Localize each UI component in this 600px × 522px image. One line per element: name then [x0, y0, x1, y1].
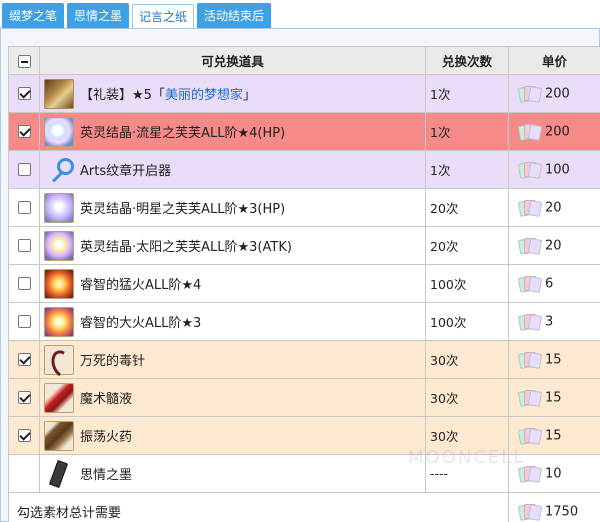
item-name: 英灵结晶·明星之芙芙ALL阶★3(HP)	[80, 202, 286, 217]
tab-record-paper[interactable]: 记言之纸	[132, 4, 195, 30]
total-label: 勾选素材总计需要	[8, 492, 509, 522]
item-name: 魔术髓液	[80, 392, 133, 407]
fou-crystal-icon	[44, 230, 74, 261]
unit-price: 10	[545, 466, 562, 481]
unit-price: 6	[545, 276, 554, 291]
item-name: 【礼装】★5「美丽的梦想家」	[80, 88, 256, 103]
tab-longing-ink[interactable]: 思情之墨	[67, 3, 130, 28]
exchange-count: 100次	[425, 302, 509, 341]
select-all-cell	[8, 46, 40, 75]
row-checkbox[interactable]	[17, 201, 31, 214]
exchange-table: 可兑换道具 兑换次数 单价 【礼装】★5「美丽的梦想家」 1次 200 英灵结晶…	[8, 46, 600, 522]
ink-icon	[44, 459, 74, 489]
exchange-count: 1次	[425, 150, 509, 189]
paper-ticket-icon	[517, 161, 543, 179]
exchange-count: 1次	[425, 74, 509, 113]
row-checkbox[interactable]	[17, 277, 31, 290]
exchange-count: 30次	[425, 378, 509, 417]
paper-ticket-icon	[517, 275, 543, 293]
ember-icon	[44, 268, 74, 299]
exchange-count: 30次	[425, 340, 509, 379]
paper-ticket-icon	[517, 465, 543, 483]
item-name: Arts纹章开启器	[80, 164, 172, 179]
unit-price: 15	[545, 352, 562, 367]
unit-price: 200	[545, 86, 570, 101]
paper-ticket-icon	[517, 199, 543, 217]
row-checkbox[interactable]	[17, 429, 31, 442]
item-name: 英灵结晶·流星之芙芙ALL阶★4(HP)	[80, 126, 286, 141]
unit-price: 20	[545, 200, 562, 215]
table-row[interactable]: 英灵结晶·明星之芙芙ALL阶★3(HP) 20次 20	[8, 188, 600, 227]
table-row[interactable]: 英灵结晶·太阳之芙芙ALL阶★3(ATK) 20次 20	[8, 226, 600, 265]
paper-ticket-icon	[517, 427, 543, 445]
paper-ticket-icon	[517, 351, 543, 369]
magic-marrow-icon	[44, 382, 74, 413]
unit-price: 20	[545, 238, 562, 253]
unit-price: 3	[545, 314, 554, 329]
row-checkbox[interactable]	[17, 163, 31, 176]
table-row[interactable]: Arts纹章开启器 1次 100	[8, 150, 600, 189]
exchange-count: 20次	[425, 226, 509, 265]
fou-crystal-icon	[44, 192, 74, 223]
exchange-count: 30次	[425, 416, 509, 455]
item-name: 睿智的大火ALL阶★3	[80, 316, 202, 331]
exchange-count: 1次	[425, 112, 509, 151]
paper-ticket-icon	[517, 313, 543, 331]
poison-needle-icon	[44, 344, 74, 375]
paper-ticket-icon	[517, 123, 543, 141]
tab-panel: 可兑换道具 兑换次数 单价 【礼装】★5「美丽的梦想家」 1次 200 英灵结晶…	[0, 28, 600, 522]
event-shop-tabs: 缀梦之笔 思情之墨 记言之纸 活动结束后	[2, 3, 272, 30]
table-row[interactable]: 【礼装】★5「美丽的梦想家」 1次 200	[8, 74, 600, 113]
item-name: 思情之墨	[80, 468, 133, 483]
total-row: 勾选素材总计需要 1750	[8, 492, 600, 522]
item-name: 睿智的猛火ALL阶★4	[80, 278, 202, 293]
header-unit-price[interactable]: 单价	[508, 46, 600, 75]
select-all-checkbox[interactable]	[17, 55, 31, 68]
row-checkbox[interactable]	[17, 239, 31, 252]
unit-price: 15	[545, 390, 562, 405]
item-name: 振荡火药	[80, 430, 133, 445]
item-name: 万死的毒针	[80, 354, 146, 369]
paper-ticket-icon	[517, 85, 543, 103]
unit-price: 100	[545, 162, 570, 177]
paper-ticket-icon	[517, 503, 543, 521]
unit-price: 15	[545, 428, 562, 443]
exchange-count: ----	[425, 454, 509, 493]
table-row[interactable]: 睿智的猛火ALL阶★4 100次 6	[8, 264, 600, 303]
ember-icon	[44, 306, 74, 337]
table-row[interactable]: 英灵结晶·流星之芙芙ALL阶★4(HP) 1次 200	[8, 112, 600, 151]
table-row[interactable]: 振荡火药 30次 15	[8, 416, 600, 455]
key-icon	[44, 155, 74, 185]
fou-crystal-icon	[44, 116, 74, 147]
table-header-row: 可兑换道具 兑换次数 单价	[8, 46, 600, 75]
table-row[interactable]: 魔术髓液 30次 15	[8, 378, 600, 417]
unit-price: 200	[545, 124, 570, 139]
row-checkbox[interactable]	[17, 87, 31, 100]
craft-essence-link[interactable]: 美丽的梦想家	[165, 88, 243, 103]
header-item-name[interactable]: 可兑换道具	[39, 46, 426, 75]
table-row[interactable]: 万死的毒针 30次 15	[8, 340, 600, 379]
gunpowder-icon	[44, 420, 74, 451]
header-exchange-count[interactable]: 兑换次数	[425, 46, 509, 75]
item-name: 英灵结晶·太阳之芙芙ALL阶★3(ATK)	[80, 240, 292, 255]
row-checkbox[interactable]	[17, 353, 31, 366]
table-row: 思情之墨 ---- 10	[8, 454, 600, 493]
row-checkbox[interactable]	[17, 391, 31, 404]
craft-essence-icon	[44, 78, 74, 109]
paper-ticket-icon	[517, 237, 543, 255]
row-checkbox[interactable]	[17, 125, 31, 138]
exchange-count: 100次	[425, 264, 509, 303]
paper-ticket-icon	[517, 389, 543, 407]
total-value: 1750	[545, 504, 579, 519]
row-checkbox[interactable]	[17, 315, 31, 328]
exchange-count: 20次	[425, 188, 509, 227]
table-row[interactable]: 睿智的大火ALL阶★3 100次 3	[8, 302, 600, 341]
tab-dream-pen[interactable]: 缀梦之笔	[2, 3, 65, 28]
tab-after-event[interactable]: 活动结束后	[197, 3, 272, 28]
